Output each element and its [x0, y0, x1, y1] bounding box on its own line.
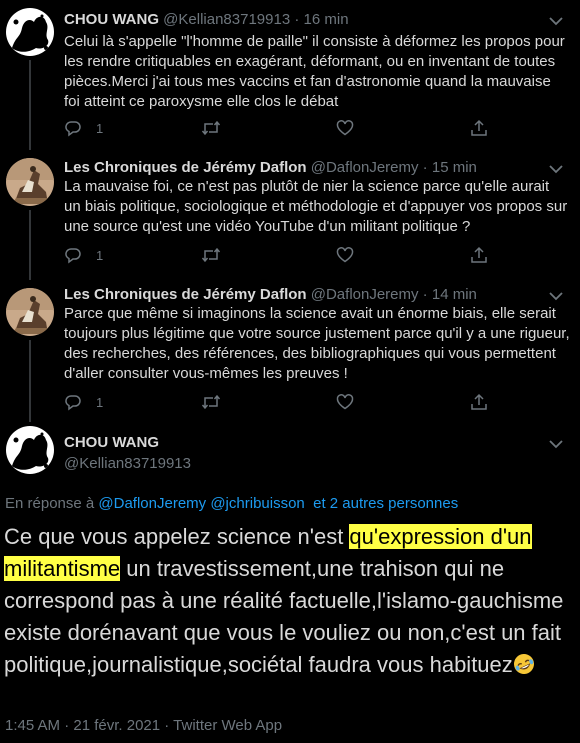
retweet-button[interactable] — [201, 118, 221, 138]
tweet-time[interactable]: 15 min — [432, 159, 477, 176]
tweet-header: CHOU WANG @Kellian83719913 · 16 min — [64, 11, 349, 29]
reply-button[interactable]: 1 — [64, 118, 103, 138]
retweet-icon — [201, 247, 221, 263]
chevron-down-icon[interactable] — [546, 159, 566, 179]
chevron-down-icon[interactable] — [546, 11, 566, 31]
avatar[interactable] — [6, 158, 54, 206]
avatar[interactable] — [6, 426, 54, 474]
retweet-icon — [201, 394, 221, 410]
retweet-button[interactable] — [201, 392, 221, 412]
tweet[interactable]: Les Chroniques de Jérémy Daflon @DaflonJ… — [0, 280, 580, 422]
reply-count: 1 — [96, 247, 104, 263]
avatar[interactable] — [6, 288, 54, 336]
separator: · — [418, 159, 432, 176]
share-icon — [471, 393, 487, 410]
author-handle[interactable]: @Kellian83719913 — [64, 455, 191, 472]
tweet[interactable]: CHOU WANG @Kellian83719913 · 16 min Celu… — [0, 0, 580, 150]
tweet-text: Parce que même si imaginons la science a… — [64, 305, 570, 382]
separator: · — [290, 11, 304, 28]
share-icon — [471, 119, 487, 136]
text-segment: Ce que vous appelez science n'est — [4, 524, 350, 549]
reply-icon — [65, 395, 81, 411]
reply-icon — [65, 121, 81, 137]
reply-count: 1 — [96, 394, 104, 410]
like-icon — [336, 120, 354, 136]
share-button[interactable] — [470, 245, 488, 265]
rolling-on-floor-laughing-icon — [513, 654, 534, 674]
share-button[interactable] — [470, 392, 488, 412]
retweet-icon — [201, 120, 221, 136]
tweet-text: Celui là s'appelle "l'homme de paille" i… — [64, 33, 565, 110]
like-icon — [336, 394, 354, 410]
reply-icon — [65, 248, 81, 264]
reply-prefix: En réponse à — [5, 495, 99, 512]
reply-button[interactable]: 1 — [64, 392, 103, 412]
retweet-button[interactable] — [201, 245, 221, 265]
reply-button[interactable]: 1 — [64, 245, 103, 265]
chevron-down-icon[interactable] — [546, 434, 566, 454]
share-icon — [471, 246, 487, 263]
reply-others-link[interactable]: et 2 autres personnes — [305, 495, 458, 512]
author-handle[interactable]: @DaflonJeremy — [311, 286, 419, 303]
reply-count: 1 — [96, 120, 104, 136]
tweet-header: Les Chroniques de Jérémy Daflon @DaflonJ… — [64, 286, 477, 304]
tweet-text: La mauvaise foi, ce n'est pas plutôt de … — [64, 178, 568, 235]
main-tweet-text: Ce que vous appelez science n'est qu'exp… — [4, 521, 574, 681]
tweet-header: Les Chroniques de Jérémy Daflon @DaflonJ… — [64, 159, 477, 177]
tweet-time[interactable]: 14 min — [432, 286, 477, 303]
author-name[interactable]: Les Chroniques de Jérémy Daflon — [64, 159, 307, 176]
like-button[interactable] — [336, 392, 354, 412]
reply-users-link[interactable]: @DaflonJeremy @jchribuisson — [98, 495, 304, 512]
author-name[interactable]: CHOU WANG — [64, 434, 159, 451]
highlighted-text: militantisme — [4, 556, 121, 581]
author-name[interactable]: CHOU WANG — [64, 11, 159, 28]
avatar[interactable] — [6, 8, 54, 56]
tweet-timestamp[interactable]: 1:45 AM · 21 févr. 2021 · Twitter Web Ap… — [5, 717, 282, 734]
author-handle[interactable]: @Kellian83719913 — [163, 11, 290, 28]
separator: · — [418, 286, 432, 303]
like-icon — [336, 247, 354, 263]
tweet-time[interactable]: 16 min — [304, 11, 349, 28]
tweet-actions: 1 — [64, 392, 504, 412]
tweet-actions: 1 — [64, 245, 504, 265]
like-button[interactable] — [336, 118, 354, 138]
share-button[interactable] — [470, 118, 488, 138]
tweet-actions: 1 — [64, 118, 504, 138]
author-name[interactable]: Les Chroniques de Jérémy Daflon — [64, 286, 307, 303]
tweet[interactable]: Les Chroniques de Jérémy Daflon @DaflonJ… — [0, 150, 580, 280]
chevron-down-icon[interactable] — [546, 286, 566, 306]
reply-context: En réponse à @DaflonJeremy @jchribuisson… — [5, 495, 458, 512]
author-handle[interactable]: @DaflonJeremy — [311, 159, 419, 176]
like-button[interactable] — [336, 245, 354, 265]
highlighted-text: qu'expression d'un — [349, 524, 532, 549]
